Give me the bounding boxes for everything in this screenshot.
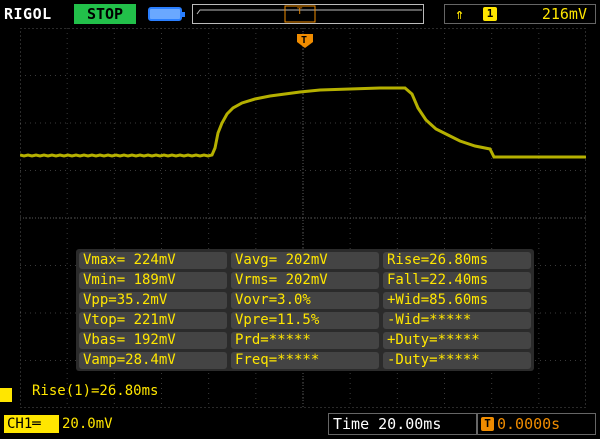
measurement-cell: Fall=22.40ms [383, 272, 531, 289]
measurement-cell: Vtop= 221mV [79, 312, 227, 329]
measurement-cell: Vavg= 202mV [231, 252, 379, 269]
measurement-cell: Vrms= 202mV [231, 272, 379, 289]
measurement-cell: Prd=***** [231, 332, 379, 349]
trigger-channel-badge: 1 [483, 7, 497, 21]
active-measurement: Rise(1)=26.80ms [32, 383, 159, 399]
trigger-offset-box[interactable]: T 0.0000s [476, 413, 596, 435]
trigger-offset-icon: T [481, 417, 494, 431]
measurement-cell: Vmin= 189mV [79, 272, 227, 289]
measurement-cell: Vpp=35.2mV [79, 292, 227, 309]
trigger-setting-box[interactable]: ⇑ 1 216mV [444, 4, 596, 24]
dc-coupling-icon: ═ [32, 416, 41, 432]
channel-1-offset-marker[interactable] [0, 388, 12, 402]
measurement-cell: Vpre=11.5% [231, 312, 379, 329]
measurement-cell: -Wid=***** [383, 312, 531, 329]
measurement-panel: Vmax= 224mV Vavg= 202mV Rise=26.80ms Vmin= … [76, 249, 534, 371]
svg-text:T: T [297, 7, 303, 17]
rising-edge-icon: ⇑ [455, 5, 465, 23]
measurement-cell: +Duty=***** [383, 332, 531, 349]
channel-1-scale[interactable]: 20.0mV [62, 415, 113, 433]
timebase-setting[interactable]: Time 20.00ms [328, 413, 478, 435]
memory-overview-waveform: T [196, 5, 422, 23]
top-status-bar: RIGOL STOP T ⇑ 1 216mV [0, 0, 600, 28]
run-stop-status[interactable]: STOP [74, 4, 136, 24]
channel-1-label[interactable]: CH1═ [4, 415, 59, 433]
trigger-offset-value: 0.0000s [497, 415, 561, 433]
battery-icon [148, 7, 185, 21]
trigger-position-marker[interactable]: T [297, 34, 313, 48]
measurement-cell: -Duty=***** [383, 352, 531, 369]
trigger-level: 216mV [541, 5, 587, 23]
measurement-cell: Vamp=28.4mV [79, 352, 227, 369]
measurement-cell: +Wid=85.60ms [383, 292, 531, 309]
bottom-status-bar: CH1═ 20.0mV Time 20.00ms T 0.0000s [0, 408, 600, 439]
measurement-cell: Vbas= 192mV [79, 332, 227, 349]
brand-logo: RIGOL [4, 5, 52, 23]
measurement-cell: Rise=26.80ms [383, 252, 531, 269]
trigger-marker-label: T [301, 35, 307, 46]
memory-overview-bar[interactable]: T [192, 4, 424, 24]
measurement-cell: Freq=***** [231, 352, 379, 369]
measurement-cell: Vovr=3.0% [231, 292, 379, 309]
measurement-cell: Vmax= 224mV [79, 252, 227, 269]
